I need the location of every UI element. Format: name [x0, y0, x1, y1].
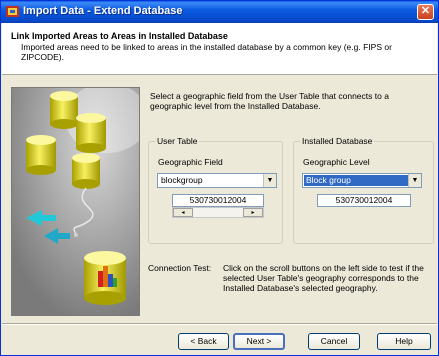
user-table-key-value: 530730012004: [172, 194, 264, 207]
dropdown-arrow-icon[interactable]: ▼: [408, 174, 421, 187]
wizard-header: Link Imported Areas to Areas in Installe…: [2, 23, 437, 75]
header-title: Link Imported Areas to Areas in Installe…: [11, 31, 228, 41]
back-button[interactable]: < Back: [178, 333, 229, 350]
scroll-right-icon[interactable]: ▸: [243, 208, 263, 217]
cancel-button[interactable]: Cancel: [308, 333, 360, 350]
geographic-level-select[interactable]: Block group ▼: [302, 173, 422, 188]
geographic-level-value: Block group: [304, 175, 408, 186]
database-illustration: [11, 87, 140, 316]
connection-test-description: Click on the scroll buttons on the left …: [223, 263, 424, 293]
installed-database-group-label: Installed Database: [300, 136, 375, 146]
connection-test-label: Connection Test:: [148, 263, 212, 273]
geographic-field-value: blockgroup: [161, 175, 203, 185]
header-description: Imported areas need to be linked to area…: [21, 42, 392, 62]
geographic-field-label: Geographic Field: [158, 157, 223, 167]
installed-database-key-value: 530730012004: [317, 194, 411, 207]
window-title: Import Data - Extend Database: [23, 5, 183, 17]
footer-separator: [2, 323, 437, 325]
app-icon: [6, 6, 19, 17]
user-table-scrollbar[interactable]: ◂ ▸: [172, 207, 264, 218]
import-data-dialog: Import Data - Extend Database ✕ Link Imp…: [0, 0, 439, 356]
dropdown-arrow-icon[interactable]: ▼: [263, 174, 276, 187]
geographic-level-label: Geographic Level: [303, 157, 370, 167]
intro-text: Select a geographic field from the User …: [150, 91, 389, 111]
close-icon[interactable]: ✕: [417, 4, 434, 20]
title-bar[interactable]: Import Data - Extend Database ✕: [1, 1, 438, 23]
scroll-left-icon[interactable]: ◂: [173, 208, 193, 217]
user-table-group-label: User Table: [155, 136, 200, 146]
help-button[interactable]: Help: [377, 333, 431, 350]
next-button[interactable]: Next >: [233, 333, 285, 350]
geographic-field-select[interactable]: blockgroup ▼: [157, 173, 277, 188]
